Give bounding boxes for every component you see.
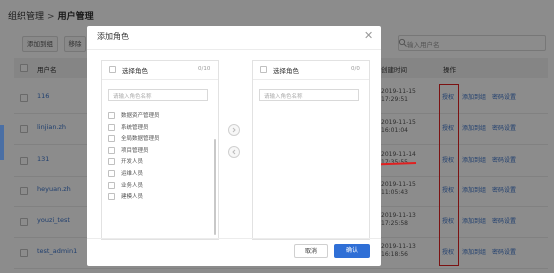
available-roles-header: 选择角色 0/10 [102, 61, 218, 80]
available-roles-search-input[interactable]: 请输入角色名称 [108, 89, 208, 101]
role-checkbox[interactable] [108, 170, 115, 177]
modal-divider [87, 49, 381, 50]
available-select-all-label: 选择角色 [122, 67, 148, 75]
role-checkbox[interactable] [108, 146, 115, 154]
selected-select-all-checkbox[interactable] [260, 66, 267, 73]
available-search-placeholder: 请输入角色名称 [113, 94, 152, 100]
role-label: 运维人员 [121, 171, 144, 177]
role-label: 数据资产管理员 [121, 113, 160, 119]
selected-roles-panel: 选择角色 0/0 请输入角色名称 [252, 60, 370, 240]
selected-count: 0/0 [351, 66, 360, 72]
available-count: 0/10 [198, 66, 211, 72]
modal-title: 添加角色 [97, 32, 129, 41]
modal-footer-divider [87, 238, 381, 239]
chevron-right-icon [232, 127, 236, 133]
role-label: 建模人员 [121, 194, 144, 201]
role-checkbox[interactable] [108, 181, 115, 189]
selected-roles-header: 选择角色 0/0 [253, 61, 369, 80]
role-label: 全局数据管理员 [121, 136, 160, 143]
role-label: 项目管理员 [121, 147, 149, 154]
role-label: 业务人员 [121, 182, 144, 189]
sidebar-collapse-handle[interactable] [0, 125, 4, 160]
move-right-button[interactable] [228, 124, 240, 136]
selected-select-all-label: 选择角色 [273, 67, 299, 75]
available-roles-panel: 选择角色 0/10 请输入角色名称 数据资产管理员 系统管理员全局数据管理员 项目管… [101, 60, 219, 240]
role-checkbox[interactable] [108, 158, 115, 166]
selected-roles-search-input[interactable]: 请输入角色名称 [259, 89, 359, 101]
available-select-all-checkbox[interactable] [109, 66, 116, 73]
confirm-button[interactable]: 确认 [334, 244, 370, 258]
role-label: 开发人员 [121, 159, 144, 166]
role-checkbox[interactable] [108, 193, 115, 201]
chevron-left-icon [232, 149, 236, 155]
add-role-modal: 添加角色 ✕ 选择角色 0/10 请输入角色名称 数据资产管理员 系统管理员全局数… [87, 26, 381, 266]
role-checkbox[interactable] [108, 135, 115, 143]
role-checkbox[interactable] [108, 123, 115, 131]
move-left-button[interactable] [228, 146, 240, 158]
close-icon[interactable]: ✕ [364, 29, 373, 42]
cancel-button[interactable]: 取消 [294, 244, 328, 258]
selected-search-placeholder: 请输入角色名称 [264, 94, 303, 100]
role-list-scrollbar[interactable] [214, 139, 216, 235]
role-checkbox[interactable] [108, 112, 115, 119]
role-label: 系统管理员 [121, 124, 149, 131]
